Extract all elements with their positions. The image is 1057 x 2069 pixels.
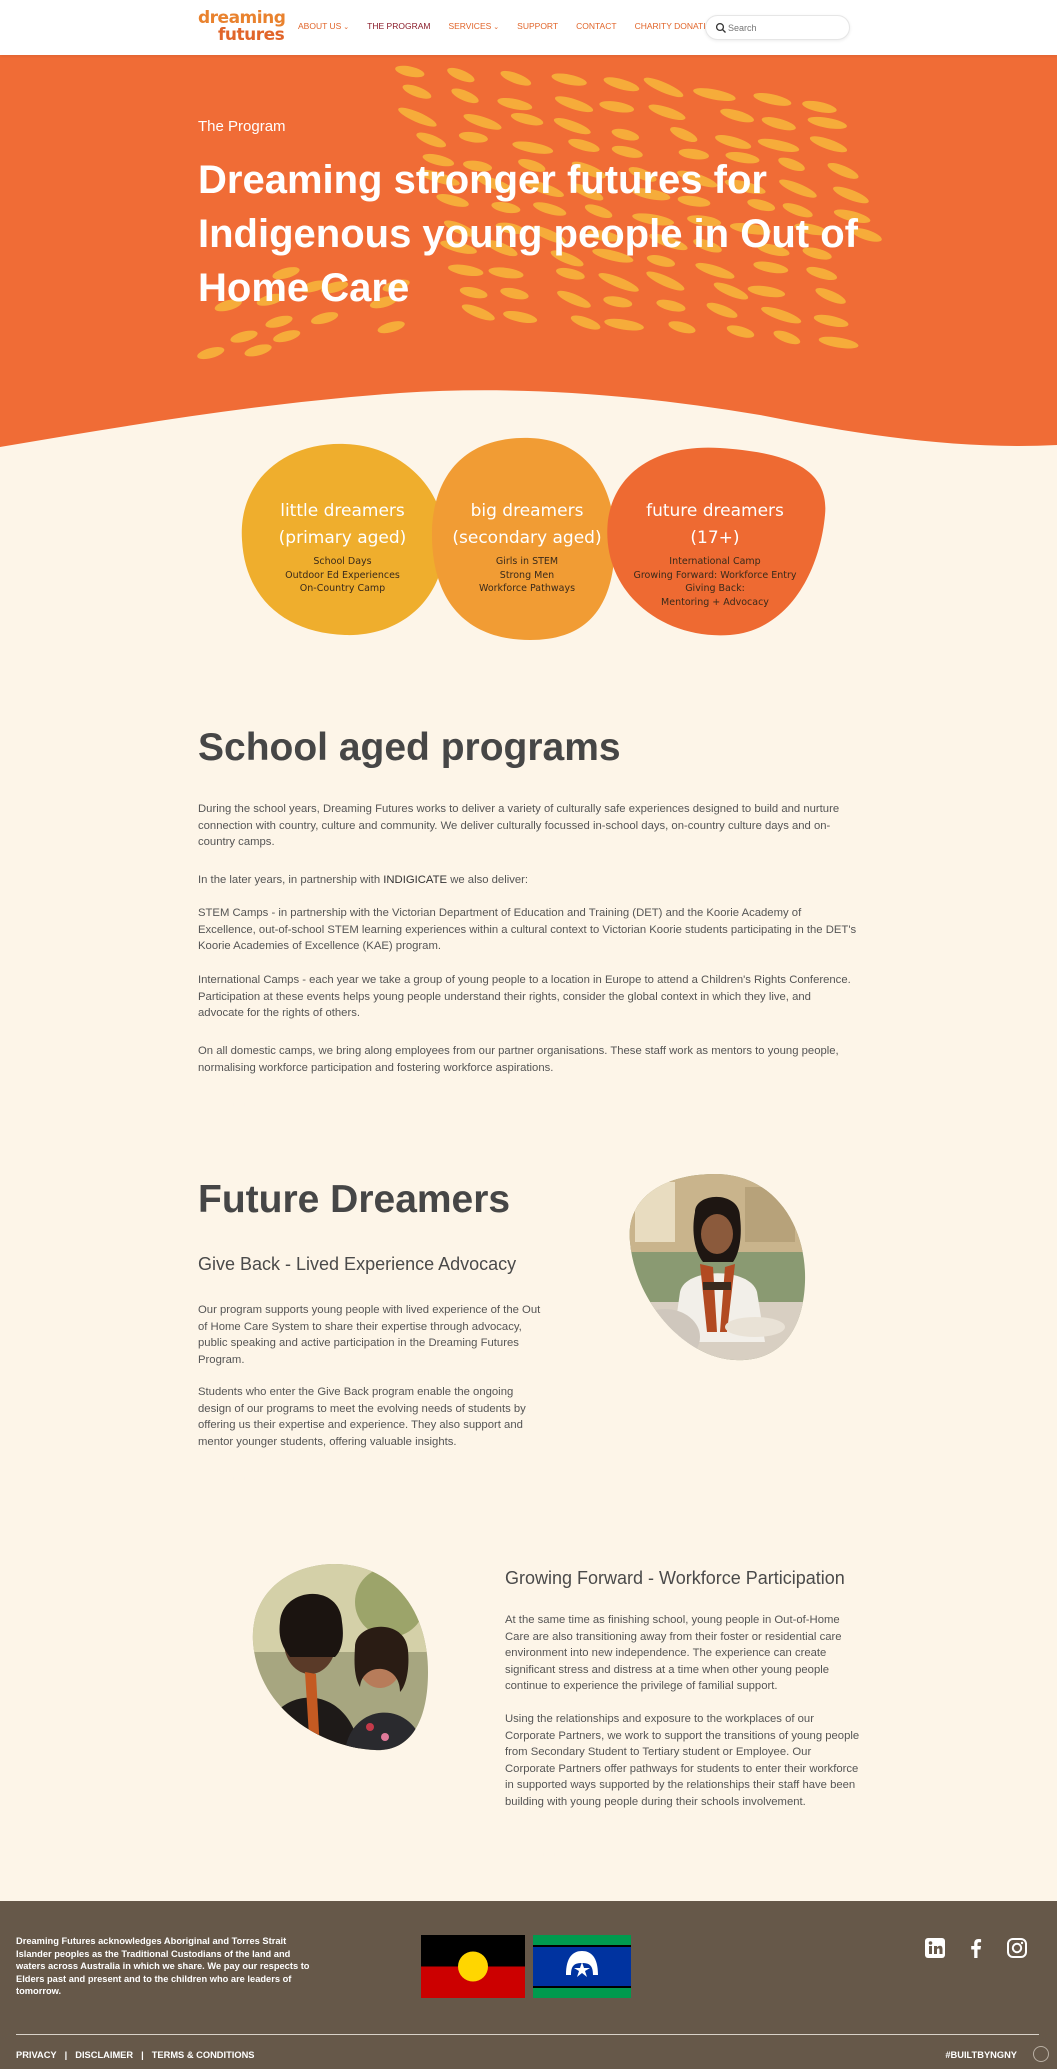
- growing-paragraph-2: Using the relationships and exposure to …: [505, 1713, 860, 1808]
- school-paragraph-2: In the later years, in partnership with …: [198, 872, 858, 889]
- footer-separator: |: [64, 2050, 68, 2060]
- footer-link-terms[interactable]: TERMS & CONDITIONS: [152, 2050, 255, 2060]
- growing-learn-more-button[interactable]: Learn more: [525, 1848, 576, 1859]
- program-item: On-Country Camp: [299, 583, 386, 594]
- nav-contact-label: CONTACT: [576, 21, 617, 31]
- program-item: International Camp: [669, 556, 761, 567]
- growing-forward-photo: [252, 1564, 429, 1751]
- footer-link-privacy[interactable]: PRIVACY: [16, 2050, 57, 2060]
- hero-banner: The Program Dreaming stronger futures fo…: [0, 55, 1057, 455]
- program-subtitle: (17+): [690, 528, 740, 548]
- school-paragraph-3: STEM Camps - in partnership with the Vic…: [198, 907, 857, 952]
- nav-the-program-label: THE PROGRAM: [367, 21, 431, 31]
- program-item: Workforce Pathways: [478, 583, 576, 594]
- school-paragraph-5: On all domestic camps, we bring along em…: [198, 1045, 839, 1074]
- logo[interactable]: dreaming futures: [198, 8, 286, 46]
- footer: Dreaming Futures acknowledges Aboriginal…: [0, 1901, 1057, 2069]
- facebook-icon[interactable]: [965, 1937, 987, 1959]
- footer-link-disclaimer[interactable]: DISCLAIMER: [75, 2050, 133, 2060]
- nav-the-program[interactable]: THE PROGRAM: [367, 21, 430, 31]
- future-heading: Future Dreamers: [198, 1178, 511, 1221]
- program-title: little dreamers: [280, 501, 405, 521]
- chevron-down-icon: ⌄: [343, 24, 350, 31]
- aboriginal-flag-icon: [421, 1935, 525, 1998]
- nav-links: ABOUT US ⌄ THE PROGRAM SERVICES ⌄ SUPPORT …: [298, 21, 736, 31]
- program-blobs: little dreamers (primary aged) School Da…: [230, 430, 830, 650]
- footer-divider: [16, 2034, 1039, 2035]
- hero-title: Dreaming stronger futures for Indigenous…: [198, 158, 858, 310]
- scroll-to-top-button[interactable]: [1033, 2046, 1049, 2062]
- program-little-dreamers[interactable]: little dreamers (primary aged) School Da…: [250, 498, 435, 596]
- program-item: Giving Back:: [685, 583, 745, 594]
- school-learn-more-button[interactable]: Learn more: [215, 1098, 266, 1109]
- nav-services[interactable]: SERVICES ⌄: [448, 21, 499, 31]
- search-input[interactable]: [728, 20, 843, 36]
- top-nav: dreaming futures ABOUT US ⌄ THE PROGRAM S…: [0, 0, 1057, 55]
- acknowledgement-of-country: Dreaming Futures acknowledges Aboriginal…: [16, 1936, 310, 1996]
- school-paragraph-4: International Camps - each year we take …: [198, 974, 851, 1019]
- growing-paragraph-1: At the same time as finishing school, yo…: [505, 1614, 842, 1692]
- indigicate-link[interactable]: INDIGICATE: [383, 874, 447, 886]
- program-item: School Days: [313, 556, 372, 567]
- logo-text-1: dreaming: [198, 8, 286, 28]
- program-item: Girls in STEM: [495, 556, 559, 567]
- program-subtitle: (secondary aged): [452, 528, 602, 548]
- future-paragraph-2: Students who enter the Give Back program…: [198, 1386, 526, 1448]
- program-subtitle: (primary aged): [278, 528, 407, 548]
- future-dreamers-photo: [629, 1174, 806, 1361]
- search-box: [705, 15, 850, 40]
- future-paragraph-1: Our program supports young people with l…: [198, 1304, 541, 1366]
- future-learn-more-button[interactable]: Learn more: [215, 1472, 266, 1483]
- program-title: big dreamers: [470, 501, 584, 521]
- instagram-icon[interactable]: [1006, 1937, 1028, 1959]
- nav-contact[interactable]: CONTACT: [576, 21, 616, 31]
- linkedin-icon[interactable]: [924, 1937, 946, 1959]
- nav-support[interactable]: SUPPORT: [517, 21, 558, 31]
- nav-support-label: SUPPORT: [517, 21, 559, 31]
- school-p2-suffix: we also deliver:: [447, 874, 529, 886]
- growing-subheading: Growing Forward - Workforce Participatio…: [505, 1568, 845, 1588]
- nav-services-label: SERVICES: [448, 21, 492, 31]
- program-title: future dreamers: [646, 501, 784, 521]
- program-item: Mentoring + Advocacy: [661, 596, 769, 608]
- hero-kicker: The Program: [198, 118, 286, 135]
- school-heading: School aged programs: [198, 726, 621, 769]
- program-item: Growing Forward: Workforce Entry: [633, 569, 797, 581]
- nav-about-us[interactable]: ABOUT US ⌄: [298, 21, 349, 31]
- nav-about-us-label: ABOUT US: [298, 21, 342, 31]
- program-future-dreamers[interactable]: future dreamers (17+) International Camp…: [615, 498, 815, 609]
- chevron-down-icon: ⌄: [493, 24, 500, 31]
- program-item: Outdoor Ed Experiences: [285, 569, 400, 581]
- future-subheading: Give Back - Lived Experience Advocacy: [198, 1254, 517, 1274]
- footer-separator: |: [141, 2050, 144, 2060]
- search-icon[interactable]: [715, 22, 727, 34]
- torres-strait-islander-flag-icon: [533, 1935, 631, 1998]
- program-item: Strong Men: [499, 569, 555, 581]
- program-big-dreamers[interactable]: big dreamers (secondary aged) Girls in S…: [437, 498, 617, 596]
- built-by-credit[interactable]: #BUILTBYNGNY: [945, 2050, 1017, 2060]
- logo-text-2: futures: [218, 25, 285, 45]
- school-p2-prefix: In the later years, in partnership with: [198, 874, 384, 886]
- footer-links: PRIVACY | DISCLAIMER | TERMS & CONDITION…: [16, 2050, 255, 2060]
- school-paragraph-1: During the school years, Dreaming Future…: [198, 803, 840, 848]
